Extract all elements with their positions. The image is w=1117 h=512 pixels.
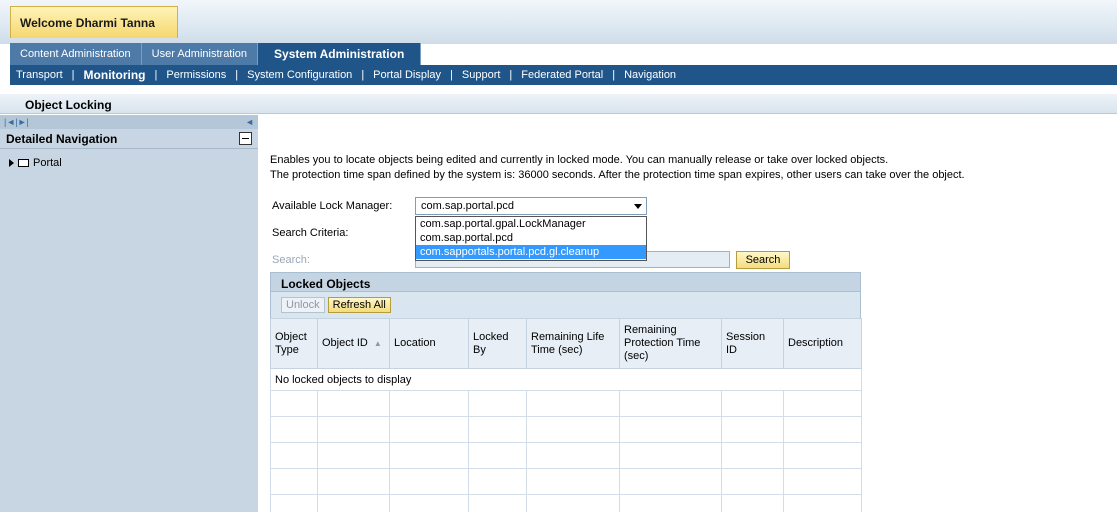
subnav-transport[interactable]: Transport [16,69,63,81]
table-row [270,416,862,443]
subnav-separator: | [509,69,513,81]
subnav-support[interactable]: Support [462,69,501,81]
col-header-remaining-protection-time[interactable]: Remaining Protection Time (sec) [619,318,722,369]
subnav-permissions[interactable]: Permissions [166,69,226,81]
detailed-navigation-panel: |◄|►| ◄ Detailed Navigation Portal [0,115,258,512]
nav-resize-handles[interactable]: |◄|►| ◄ [0,115,258,129]
dropdown-option-gpal-lockmanager[interactable]: com.sap.portal.gpal.LockManager [416,217,646,231]
subnav-separator: | [361,69,365,81]
intro-line-2: The protection time span defined by the … [270,169,965,181]
unlock-button[interactable]: Unlock [281,297,325,313]
tab-content-administration[interactable]: Content Administration [10,43,142,65]
table-row [270,494,862,512]
nav-collapse-arrow-icon[interactable]: ◄ [245,117,254,127]
sort-ascending-icon[interactable]: ▲ [374,339,382,348]
subnav-separator: | [154,69,158,81]
empty-table-message: No locked objects to display [270,368,862,391]
subnav-system-configuration[interactable]: System Configuration [247,69,352,81]
table-row [270,468,862,495]
col-header-location[interactable]: Location [389,318,469,369]
table-row: No locked objects to display [270,368,862,391]
col-header-description[interactable]: Description [783,318,862,369]
tree-item-label: Portal [33,157,62,169]
col-header-remaining-life-time[interactable]: Remaining Life Time (sec) [526,318,620,369]
subnav-separator: | [71,69,75,81]
subnav-federated-portal[interactable]: Federated Portal [521,69,603,81]
search-label: Search: [272,254,310,266]
second-level-nav: Transport | Monitoring | Permissions | S… [10,65,1117,85]
expand-arrow-icon[interactable] [9,159,14,167]
locked-objects-table: Object Type Object ID ▲ Location Locked B… [270,318,862,512]
col-header-object-type[interactable]: Object Type [270,318,318,369]
search-criteria-label: Search Criteria: [272,227,349,239]
subnav-monitoring[interactable]: Monitoring [84,68,146,82]
tree-item-portal[interactable]: Portal [0,153,258,173]
tab-system-administration[interactable]: System Administration [258,43,422,65]
subnav-separator: | [612,69,616,81]
subnav-navigation[interactable]: Navigation [624,69,676,81]
lock-manager-dropdown: com.sap.portal.gpal.LockManager com.sap.… [415,216,647,261]
locked-objects-title: Locked Objects [270,272,861,292]
intro-text: Enables you to locate objects being edit… [270,153,965,183]
table-header-row: Object Type Object ID ▲ Location Locked B… [270,318,862,369]
chevron-down-icon[interactable] [634,204,642,209]
top-level-tabs: Content Administration User Administrati… [10,43,422,65]
refresh-all-button[interactable]: Refresh All [327,297,391,313]
col-header-locked-by[interactable]: Locked By [468,318,527,369]
lock-manager-label: Available Lock Manager: [272,200,393,212]
welcome-label: Welcome Dharmi Tanna [10,6,178,38]
tab-user-administration[interactable]: User Administration [141,43,259,65]
dropdown-option-portal-pcd[interactable]: com.sap.portal.pcd [416,231,646,245]
folder-icon [18,159,29,167]
table-row [270,390,862,417]
col-header-object-id[interactable]: Object ID ▲ [317,318,390,369]
table-row [270,442,862,469]
lock-manager-selected-value: com.sap.portal.pcd [421,200,514,212]
locked-objects-panel: Locked Objects Unlock Refresh All Object… [270,272,862,512]
nav-title: Detailed Navigation [6,131,118,146]
search-button[interactable]: Search [736,251,790,269]
subnav-portal-display[interactable]: Portal Display [373,69,441,81]
minimize-icon[interactable] [239,132,252,145]
nav-header: Detailed Navigation [0,129,258,149]
lock-manager-select[interactable]: com.sap.portal.pcd [415,197,647,215]
dropdown-option-pcd-gl-cleanup[interactable]: com.sapportals.portal.pcd.gl.cleanup [416,245,646,259]
intro-line-1: Enables you to locate objects being edit… [270,154,889,166]
col-header-object-id-label: Object ID [322,337,368,349]
page-title: Object Locking [0,94,1117,114]
subnav-separator: | [450,69,453,81]
nav-resize-left-icon[interactable]: |◄|►| [4,117,29,127]
subnav-separator: | [235,69,239,81]
locked-objects-toolbar: Unlock Refresh All [270,292,861,318]
col-header-session-id[interactable]: Session ID [721,318,784,369]
